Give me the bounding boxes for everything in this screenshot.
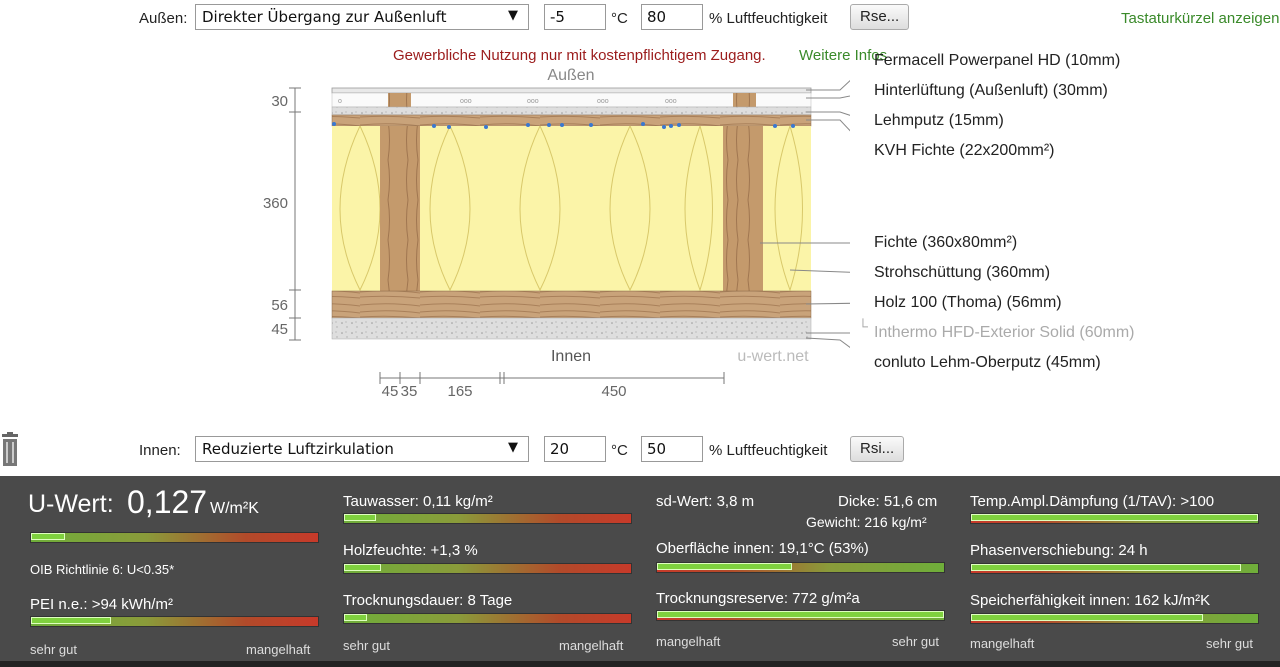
speicher-value: Speicherfähigkeit innen: 162 kJ/m²K bbox=[970, 592, 1211, 609]
layer-label[interactable]: Hinterlüftung (Außenluft) (30mm) bbox=[874, 82, 1108, 100]
aussen-temp-unit: °C bbox=[611, 10, 628, 27]
scale-bad-label: mangelhaft bbox=[970, 636, 1035, 651]
holzfeuchte-bar bbox=[343, 563, 632, 574]
tav-value: Temp.Ampl.Dämpfung (1/TAV): >100 bbox=[970, 493, 1215, 510]
rse-button[interactable]: Rse... bbox=[850, 4, 910, 30]
dim-30: 30 bbox=[271, 93, 288, 110]
gewicht-value: Gewicht: 216 kg/m² bbox=[806, 514, 927, 530]
innen-humidity-input[interactable]: 50 bbox=[641, 436, 703, 462]
scale-bad-label: mangelhaft bbox=[656, 634, 721, 649]
aussen-label: Außen: bbox=[139, 10, 188, 27]
tauwasser-bar bbox=[343, 513, 632, 524]
rsi-button[interactable]: Rsi... bbox=[850, 436, 905, 462]
speicher-bar bbox=[970, 613, 1259, 624]
dropdown-arrow-icon: ▼ bbox=[508, 440, 518, 455]
inside-label: Innen bbox=[551, 348, 591, 365]
dicke-value: Dicke: 51,6 cm bbox=[838, 493, 938, 510]
dim-165-bottom: 165 bbox=[447, 383, 472, 400]
layer-label[interactable]: Strohschüttung (360mm) bbox=[874, 264, 1050, 282]
aussen-temp-input[interactable]: -5 bbox=[544, 4, 606, 30]
shortcuts-link[interactable]: Tastaturkürzel anzeigen bbox=[1121, 10, 1280, 27]
results-panel: U-Wert: 0,127 W/m²K OIB Richtlinie 6: U<… bbox=[0, 476, 1280, 667]
taskbar-edge bbox=[0, 661, 1280, 667]
layer-label[interactable]: Fermacell Powerpanel HD (10mm) bbox=[874, 52, 1120, 70]
muted-leader-icon: └ bbox=[858, 318, 868, 334]
svg-text:ooo: ooo bbox=[597, 98, 609, 105]
trocknungsreserve-bar bbox=[656, 610, 945, 621]
uwert-bar bbox=[30, 532, 319, 543]
dim-56: 56 bbox=[271, 297, 288, 314]
pei-value: PEI n.e.: >94 kWh/m² bbox=[30, 596, 173, 613]
scale-good-label: sehr gut bbox=[343, 638, 390, 653]
innen-humidity-unit: % Luftfeuchtigkeit bbox=[709, 442, 828, 459]
aussen-humidity-input[interactable]: 80 bbox=[641, 4, 703, 30]
oberflaeche-value: Oberfläche innen: 19,1°C (53%) bbox=[656, 540, 869, 557]
layer-label[interactable]: Holz 100 (Thoma) (56mm) bbox=[874, 294, 1062, 312]
innen-select-value: Reduzierte Luftzirkulation bbox=[202, 440, 394, 458]
aussen-select-value: Direkter Übergang zur Außenluft bbox=[202, 8, 447, 26]
tauwasser-value: Tauwasser: 0,11 kg/m² bbox=[343, 493, 493, 510]
layer-label[interactable]: KVH Fichte (22x200mm²) bbox=[874, 142, 1055, 160]
svg-text:ooo: ooo bbox=[460, 98, 472, 105]
dim-35-bottom: 35 bbox=[401, 383, 418, 400]
dim-45: 45 bbox=[271, 321, 288, 338]
layer-label[interactable]: Lehmputz (15mm) bbox=[874, 112, 1004, 130]
scale-good-label: sehr gut bbox=[30, 642, 77, 657]
outside-label: Außen bbox=[547, 67, 594, 84]
scale-bad-label: mangelhaft bbox=[246, 642, 311, 657]
uwert-label: U-Wert: bbox=[28, 490, 114, 518]
trocknungsreserve-value: Trocknungsreserve: 772 g/m²a bbox=[656, 590, 860, 607]
oberflaeche-bar bbox=[656, 562, 945, 573]
holzfeuchte-value: Holzfeuchte: +1,3 % bbox=[343, 542, 478, 559]
layer-label[interactable]: Fichte (360x80mm²) bbox=[874, 234, 1017, 252]
innen-label: Innen: bbox=[139, 442, 181, 459]
oib-requirement: OIB Richtlinie 6: U<0.35* bbox=[30, 562, 175, 577]
pei-bar bbox=[30, 616, 319, 627]
trash-icon[interactable] bbox=[0, 432, 20, 468]
dim-45-bottom: 45 bbox=[382, 383, 399, 400]
scale-good-label: sehr gut bbox=[892, 634, 939, 649]
wall-diagram: Außen Innen u-wert.net o ooo ooo ooo ooo… bbox=[263, 67, 850, 400]
tav-bar bbox=[970, 513, 1259, 524]
dim-360: 360 bbox=[263, 195, 288, 212]
scale-good-label: sehr gut bbox=[1206, 636, 1253, 651]
uwert-unit: W/m²K bbox=[210, 500, 259, 517]
phase-bar bbox=[970, 563, 1259, 574]
innen-temp-unit: °C bbox=[611, 442, 628, 459]
uwert-value: 0,127 bbox=[127, 484, 208, 520]
phase-value: Phasenverschiebung: 24 h bbox=[970, 542, 1148, 559]
watermark: u-wert.net bbox=[737, 348, 809, 365]
aussen-select[interactable]: Direkter Übergang zur Außenluft ▼ bbox=[195, 4, 529, 30]
dim-450-bottom: 450 bbox=[601, 383, 626, 400]
trocknungsdauer-bar bbox=[343, 613, 632, 624]
sd-value: sd-Wert: 3,8 m bbox=[656, 493, 755, 510]
innen-select[interactable]: Reduzierte Luftzirkulation ▼ bbox=[195, 436, 529, 462]
svg-text:ooo: ooo bbox=[665, 98, 677, 105]
scale-bad-label: mangelhaft bbox=[559, 638, 624, 653]
layer-label[interactable]: conluto Lehm-Oberputz (45mm) bbox=[874, 354, 1101, 372]
svg-text:ooo: ooo bbox=[527, 98, 539, 105]
svg-text:o: o bbox=[338, 98, 342, 105]
aussen-humidity-unit: % Luftfeuchtigkeit bbox=[709, 10, 828, 27]
innen-temp-input[interactable]: 20 bbox=[544, 436, 606, 462]
dropdown-arrow-icon: ▼ bbox=[508, 8, 518, 23]
trocknungsdauer-value: Trocknungsdauer: 8 Tage bbox=[343, 592, 513, 609]
layer-label-muted[interactable]: Inthermo HFD-Exterior Solid (60mm) bbox=[874, 324, 1135, 342]
